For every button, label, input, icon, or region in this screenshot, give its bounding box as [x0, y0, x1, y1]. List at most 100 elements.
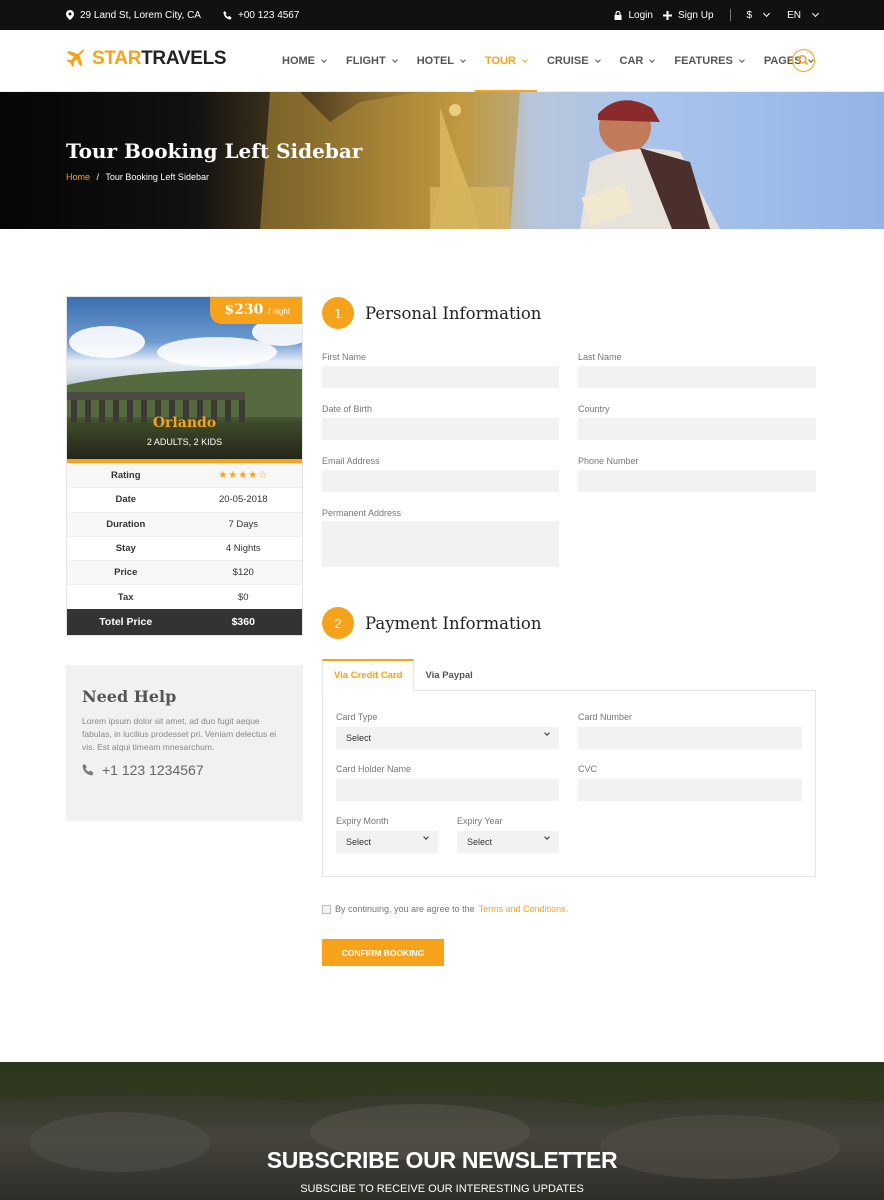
step-number: 2 [322, 607, 354, 639]
last-name-input[interactable] [578, 366, 816, 388]
row-label: Rating [110, 470, 141, 482]
row-label: Duration [106, 518, 146, 530]
signup-link[interactable]: Sign Up [662, 9, 714, 21]
nav-hotel-label: HOTEL [416, 55, 454, 67]
airplane-icon [66, 49, 85, 67]
table-row: Date 20-05-2018 [67, 487, 302, 511]
email-label: Email Address [322, 456, 380, 466]
newsletter-section: SUBSCRIBE OUR NEWSLETTER SUBSCIBE TO REC… [0, 1062, 884, 1200]
first-name-input[interactable] [322, 366, 559, 388]
nav-cruise[interactable]: CRUISE [537, 30, 610, 92]
table-row: Stay 4 Nights [67, 535, 302, 560]
chevron-down-icon [522, 56, 528, 63]
chevron-down-icon [321, 56, 327, 63]
divider [729, 9, 731, 21]
price-unit: / night [268, 307, 290, 316]
site-logo[interactable]: STARTRAVELS [66, 48, 227, 70]
tab-paypal[interactable]: Via Paypal [414, 659, 483, 691]
row-value: $120 [232, 567, 254, 579]
chevron-down-icon [649, 56, 656, 63]
row-label: Tax [117, 591, 134, 603]
chevron-down-icon [594, 56, 601, 63]
payment-info-heading: 2 Payment Information [322, 607, 541, 639]
terms-text: By continuing, you are agree to the [335, 904, 475, 914]
page-hero-banner: Tour Booking Left Sidebar Home / Tour Bo… [0, 92, 884, 229]
table-row: Duration 7 Days [67, 511, 302, 536]
login-link[interactable]: Login [614, 10, 653, 21]
table-row: Rating ★★★★☆ [67, 463, 302, 488]
search-button[interactable] [792, 49, 815, 72]
nav-features[interactable]: FEATURES [664, 30, 753, 92]
card-number-input[interactable] [578, 727, 802, 749]
dob-input[interactable] [322, 418, 559, 440]
total-price-row: Totel Price $360 [67, 608, 302, 635]
terms-link[interactable]: Terms and Conditions. [479, 904, 569, 914]
nav-home[interactable]: HOME [272, 30, 336, 92]
help-phone[interactable]: +1 123 1234567 [82, 762, 287, 778]
signup-label: Sign Up [677, 9, 714, 21]
expiry-year-select[interactable]: Select [457, 831, 559, 853]
holder-name-label: Card Holder Name [336, 764, 412, 774]
top-bar: 29 Land St, Lorem City, CA +00 123 4567 … [0, 0, 884, 30]
breadcrumb: Home / Tour Booking Left Sidebar [66, 172, 209, 182]
chevron-down-icon [763, 9, 771, 18]
terms-agreement: By continuing, you are agree to the Term… [322, 904, 568, 914]
payment-tabs: Via Credit Card Via Paypal [322, 659, 484, 691]
table-row: Tax $0 [67, 584, 302, 608]
phone-input[interactable] [578, 470, 816, 492]
personal-info-heading: 1 Personal Information [322, 297, 541, 329]
tour-city: Orlando [152, 415, 217, 431]
search-icon [797, 54, 809, 66]
chevron-down-icon [423, 834, 429, 840]
tour-image: $230 / night Orlando 2 ADULTS, 2 KIDS [67, 297, 302, 463]
row-value: 4 Nights [225, 543, 261, 555]
card-number-label: Card Number [578, 712, 633, 722]
breadcrumb-current: Tour Booking Left Sidebar [105, 172, 209, 182]
main-header: STARTRAVELS HOME FLIGHT HOTEL TOUR CRUIS… [0, 30, 884, 93]
currency-dropdown[interactable]: $ [747, 9, 771, 21]
need-help-box: Need Help Lorem ipsum dolor sit amet, ad… [66, 665, 303, 821]
lock-icon [614, 10, 622, 20]
nav-tour-label: TOUR [485, 55, 516, 67]
language-dropdown[interactable]: EN [787, 9, 820, 21]
step-number: 1 [322, 297, 354, 329]
price-value: $230 [224, 302, 264, 318]
expiry-month-value: Select [346, 837, 372, 847]
logo-text-travels: TRAVELS [141, 48, 227, 69]
nav-home-label: HOME [282, 55, 315, 67]
tour-guests: 2 ADULTS, 2 KIDS [146, 437, 223, 447]
chevron-down-icon [739, 56, 745, 63]
tab-credit-card[interactable]: Via Credit Card [322, 659, 415, 691]
chevron-down-icon [544, 834, 550, 840]
country-input[interactable] [578, 418, 816, 440]
card-type-select[interactable]: Select [336, 727, 559, 749]
language-value: EN [787, 9, 801, 21]
last-name-label: Last Name [578, 352, 622, 362]
address-textarea[interactable] [322, 521, 559, 567]
terms-checkbox[interactable] [322, 904, 331, 914]
help-text: Lorem ipsum dolor sit amet, ad duo fugit… [82, 716, 277, 752]
price-badge: $230 / night [210, 297, 302, 324]
chevron-down-icon [544, 730, 550, 736]
phone-info: +00 123 4567 [223, 10, 299, 21]
address-text: 29 Land St, Lorem City, CA [80, 9, 201, 21]
nav-tour[interactable]: TOUR [475, 30, 537, 93]
email-input[interactable] [322, 470, 559, 492]
nav-car[interactable]: CAR [610, 30, 665, 92]
expiry-year-value: Select [467, 837, 493, 847]
address-label: Permanent Address [322, 508, 402, 518]
breadcrumb-home-link[interactable]: Home [66, 172, 90, 182]
nav-flight[interactable]: FLIGHT [336, 30, 407, 92]
help-phone-number: +1 123 1234567 [102, 762, 204, 778]
holder-name-input[interactable] [336, 779, 559, 801]
expiry-month-select[interactable]: Select [336, 831, 438, 853]
nav-hotel[interactable]: HOTEL [407, 30, 475, 92]
confirm-booking-button[interactable]: CONFIRM BOOKING [322, 939, 444, 966]
total-value: $360 [231, 615, 255, 628]
cvc-input[interactable] [578, 779, 802, 801]
card-type-label: Card Type [336, 712, 378, 722]
total-label: Totel Price [99, 615, 153, 628]
chevron-down-icon [811, 9, 820, 18]
first-name-label: First Name [322, 352, 367, 362]
plus-icon [662, 10, 672, 20]
